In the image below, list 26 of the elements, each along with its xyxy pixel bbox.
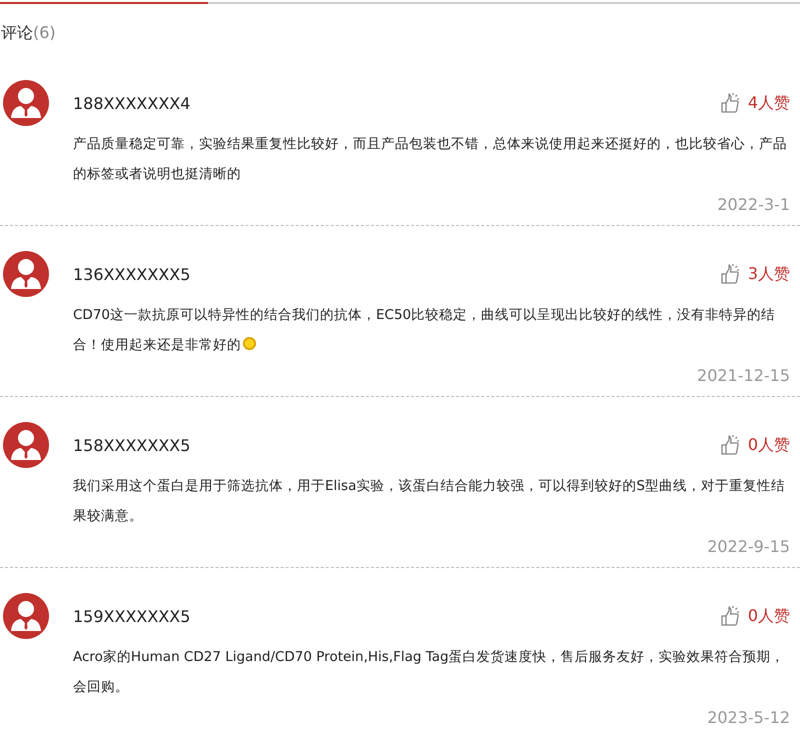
thumbs-up-icon xyxy=(720,92,742,114)
thumbs-up-icon xyxy=(720,263,742,285)
username: 136XXXXXXX5 xyxy=(73,264,190,284)
comment-count: (6) xyxy=(33,23,56,42)
avatar-icon xyxy=(3,251,49,297)
like-button[interactable]: 3人赞 xyxy=(720,263,790,285)
avatar-icon xyxy=(3,593,49,639)
thumbs-up-icon xyxy=(720,434,742,456)
comment-text: 我们采用这个蛋白是用于筛选抗体，用于Elisa实验，该蛋白结合能力较强，可以得到较好的S型曲线，对于重复性结果较满意。 xyxy=(73,478,785,524)
comment-text: 产品质量稳定可靠，实验结果重复性比较好，而且产品包装也不错，总体来说使用起来还挺好的，也比较省心，产品的标签或者说明也挺清晰的 xyxy=(73,136,787,182)
comment-date: 2022-9-15 xyxy=(706,537,790,556)
comment-date: 2021-12-15 xyxy=(696,366,790,385)
comment-date: 2023-5-12 xyxy=(706,708,790,727)
comment-text: Acro家的Human CD27 Ligand/CD70 Protein,His,Flag Tag蛋白发货速度快，售后服务友好，实验效果符合预期，会回购。 xyxy=(73,649,785,695)
thumbs-up-icon xyxy=(720,605,742,627)
avatar-icon xyxy=(3,422,49,468)
username: 188XXXXXXX4 xyxy=(73,94,190,112)
username: 158XXXXXXX5 xyxy=(73,436,190,454)
section-title: 评论 xyxy=(1,23,33,42)
username: 159XXXXXXX5 xyxy=(73,606,190,626)
comment-text: CD70这一款抗原可以特异性的结合我们的抗体，EC50比较稳定，曲线可以呈现出比较好的线性，没有非特异的结合！使用起来还是非常好的 xyxy=(73,307,776,353)
like-button[interactable]: 4人赞 xyxy=(720,92,790,114)
like-button[interactable]: 0人赞 xyxy=(720,605,790,627)
comment-date: 2022-3-1 xyxy=(716,195,790,214)
avatar-icon xyxy=(3,80,49,126)
like-button[interactable]: 0人赞 xyxy=(720,434,790,456)
